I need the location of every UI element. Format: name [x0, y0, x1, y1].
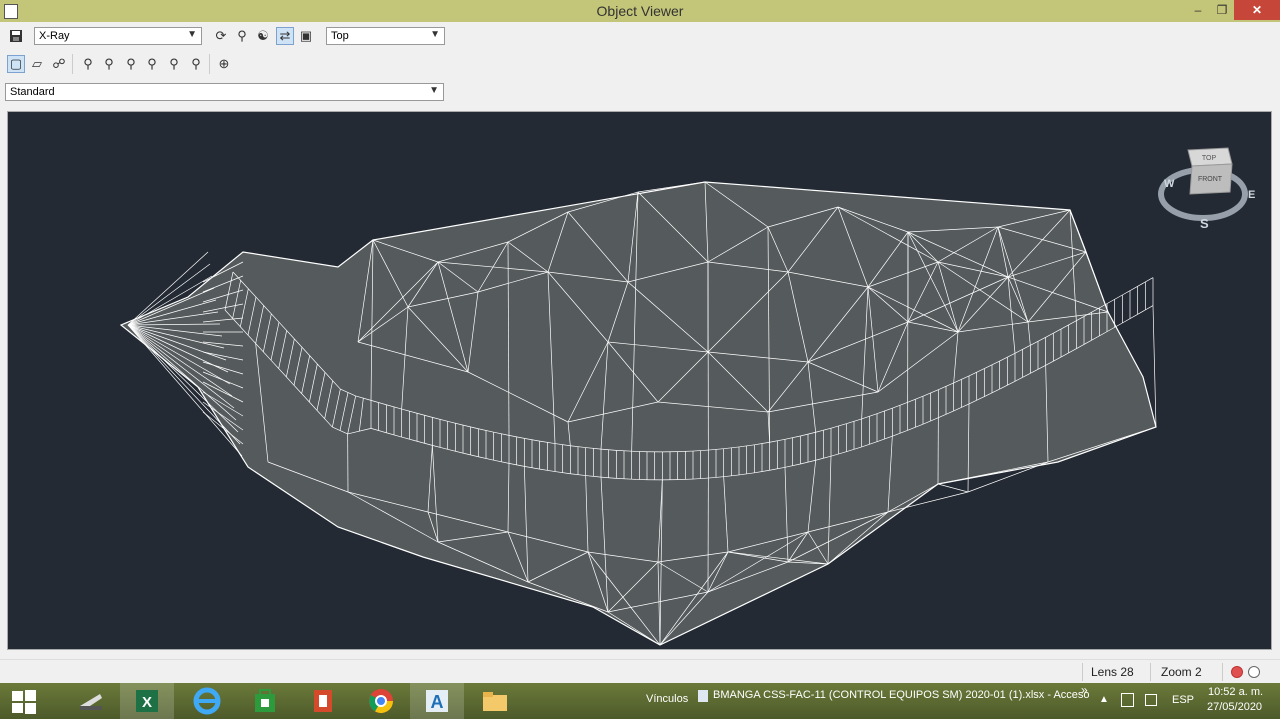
clock-date[interactable]: 27/05/2020: [1207, 701, 1262, 713]
zoom-out-icon[interactable]: ⚲: [165, 55, 183, 73]
compass-east[interactable]: E: [1248, 189, 1255, 201]
save-icon[interactable]: [7, 27, 25, 45]
zoom-in-icon[interactable]: ⚲: [143, 55, 161, 73]
free-orbit-icon[interactable]: ⇄: [276, 27, 294, 45]
tray-recent-file[interactable]: BMANGA CSS-FAC-11 (CONTROL EQUIPOS SM) 2…: [713, 689, 1090, 701]
status-separator: [1150, 663, 1151, 681]
toolbar-separator: [209, 54, 210, 74]
view-select[interactable]: Top ▼: [326, 27, 445, 45]
visual-style-select[interactable]: X-Ray ▼: [34, 27, 202, 45]
clock-time[interactable]: 10:52 a. m.: [1208, 686, 1263, 698]
taskbar-scanner-icon[interactable]: [64, 683, 118, 719]
svg-text:X: X: [142, 694, 152, 711]
lock-view-icon[interactable]: ☍: [50, 55, 68, 73]
taskbar-autocad-icon[interactable]: A: [410, 683, 464, 719]
zoom-icon[interactable]: ⚲: [233, 27, 251, 45]
taskbar-ie-icon[interactable]: [180, 683, 234, 719]
taskbar-chrome-icon[interactable]: [354, 683, 408, 719]
wireframe-surface[interactable]: [8, 112, 1272, 650]
record-icon[interactable]: [1231, 666, 1243, 678]
start-button[interactable]: [0, 683, 48, 719]
tray-links-label[interactable]: Vínculos: [646, 693, 688, 705]
taskbar-excel-icon[interactable]: X: [120, 683, 174, 719]
close-button[interactable]: ✕: [1234, 0, 1280, 20]
parallel-projection-icon[interactable]: ▢: [7, 55, 25, 73]
pan-icon[interactable]: ☯: [254, 27, 272, 45]
maximize-button[interactable]: ❐: [1210, 0, 1234, 20]
chevron-down-icon: ▼: [187, 29, 197, 40]
viewcube-front-label[interactable]: FRONT: [1198, 176, 1223, 183]
stop-icon[interactable]: [1248, 666, 1260, 678]
compass-south[interactable]: S: [1200, 216, 1209, 231]
taskbar-store-icon[interactable]: [238, 683, 292, 719]
chevron-down-icon: ▼: [429, 85, 439, 96]
visual-style-value: X-Ray: [39, 30, 70, 42]
lens-readout: Lens 28: [1091, 665, 1134, 679]
language-indicator[interactable]: ESP: [1172, 694, 1194, 706]
compass-west[interactable]: W: [1164, 178, 1175, 190]
viewcube[interactable]: TOP FRONT W E S: [1148, 142, 1258, 237]
pan-center-icon[interactable]: ⊕: [215, 55, 233, 73]
taskbar: X A Vínculos BMANGA CSS-FAC-11 (CONTROL …: [0, 683, 1280, 719]
3d-viewport[interactable]: TOP FRONT W E S: [7, 111, 1272, 650]
battery-icon[interactable]: [1121, 693, 1134, 707]
show-hidden-icons[interactable]: ▲: [1099, 694, 1109, 705]
zoom-previous-icon[interactable]: ⚲: [187, 55, 205, 73]
viewcube-top-label[interactable]: TOP: [1202, 155, 1217, 162]
taskbar-office-icon[interactable]: [296, 683, 350, 719]
zoom-window-icon[interactable]: ⚲: [100, 55, 118, 73]
taskbar-explorer-icon[interactable]: [468, 683, 522, 719]
chevron-down-icon: ▼: [430, 29, 440, 40]
file-icon: [698, 690, 708, 702]
zoom-realtime-icon[interactable]: ⚲: [122, 55, 140, 73]
chevron-right-icon[interactable]: »: [1081, 683, 1088, 697]
zoom-readout: Zoom 2: [1161, 665, 1202, 679]
status-separator: [1082, 663, 1083, 681]
network-icon[interactable]: [1145, 694, 1157, 706]
svg-text:A: A: [431, 692, 444, 712]
render-preset-select[interactable]: Standard ▼: [5, 83, 444, 101]
toolbar-separator: [72, 54, 73, 74]
minimize-button[interactable]: –: [1186, 0, 1210, 20]
zoom-extents-icon[interactable]: ⚲: [79, 55, 97, 73]
status-bar: Lens 28 Zoom 2: [0, 659, 1280, 684]
title-bar: Object Viewer – ❐ ✕: [0, 0, 1280, 22]
perspective-projection-icon[interactable]: ▱: [28, 55, 46, 73]
view-value: Top: [331, 30, 349, 42]
camera-icon[interactable]: ▣: [297, 27, 315, 45]
window-title: Object Viewer: [596, 3, 684, 19]
orbit-icon[interactable]: ⟳: [212, 27, 230, 45]
status-separator: [1222, 663, 1223, 681]
render-preset-value: Standard: [10, 86, 55, 98]
